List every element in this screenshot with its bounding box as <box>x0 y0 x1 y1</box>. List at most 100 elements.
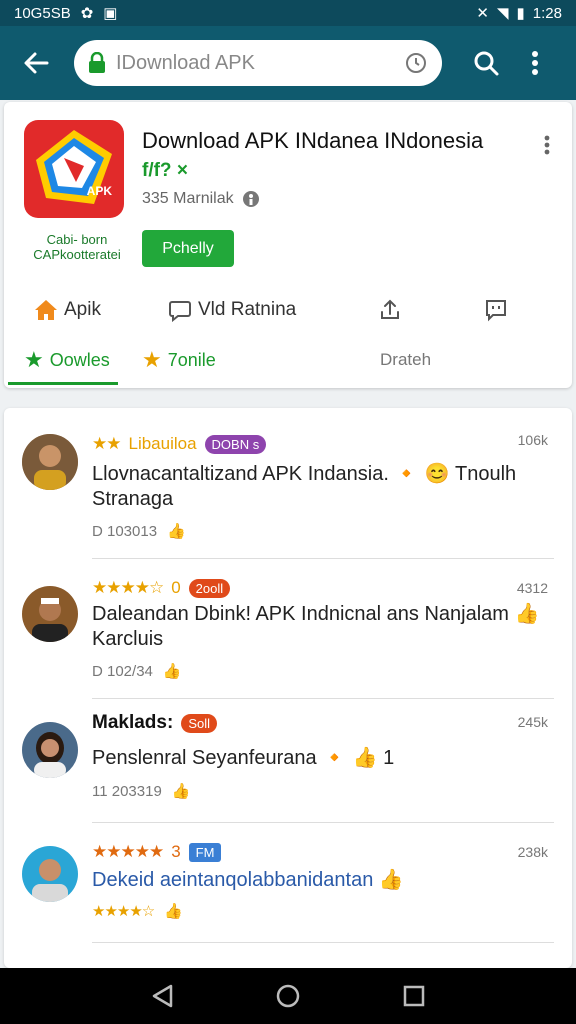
review-header: Maklads: Soll <box>92 712 217 734</box>
review-count: 238k <box>517 844 548 860</box>
review-footer: 11 203319 👍 <box>92 782 191 801</box>
divider <box>92 822 554 823</box>
star-icon: ★ <box>142 347 162 372</box>
star-rating: ★★ <box>92 434 122 453</box>
report-button[interactable] <box>484 290 508 330</box>
review-text: Daleandan Dbink! APK Indnicnal ans Nanja… <box>92 603 540 650</box>
home-circle-icon <box>276 984 300 1008</box>
review-footer: D 103013 👍 <box>92 522 186 541</box>
review-text: Llovnacantaltizand APK Indansia. 🔸 😊 Tno… <box>92 463 517 510</box>
clock-icon[interactable] <box>404 51 428 75</box>
reviewer-name: Libauiloa <box>128 434 197 453</box>
star-rating: ★★★★☆ <box>92 578 164 597</box>
back-button[interactable] <box>14 41 58 85</box>
card-more-button[interactable] <box>534 130 560 160</box>
review-count: 106k <box>517 432 548 448</box>
review-text: Dekeid aeintanqolabbanidantan 👍 <box>92 869 404 891</box>
star-rating: ★★★★☆ <box>92 903 155 920</box>
reviewer-name: Maklads: <box>92 712 174 733</box>
more-vert-icon <box>544 135 550 155</box>
tab-details[interactable]: Drateh <box>380 340 431 380</box>
tab-apk[interactable]: Apik <box>34 290 101 330</box>
status-time: 10G5SB <box>14 4 71 22</box>
share-icon <box>381 299 399 319</box>
status-badge: Soll <box>181 713 217 733</box>
app-meta-text: 335 Marnilak <box>142 190 234 207</box>
tab-downloads-label: Oowles <box>49 349 110 370</box>
install-button[interactable]: Pchelly <box>142 230 234 267</box>
divider <box>92 698 554 699</box>
avatar[interactable] <box>22 846 78 902</box>
review-header: ★★ Libauiloa DOBN s <box>92 434 267 454</box>
chat-icon <box>169 301 191 322</box>
thumbs-up-icon[interactable]: 👍 <box>163 662 182 680</box>
review-footer: D 102/34 👍 <box>92 662 182 681</box>
search-input[interactable]: IDownload APK <box>116 52 404 75</box>
avatar[interactable] <box>22 722 78 778</box>
tab-details-label: Drateh <box>380 350 432 369</box>
status-badge: DOBN s <box>204 434 267 454</box>
back-arrow-icon <box>24 52 49 74</box>
mute-icon: ✕ <box>476 5 489 22</box>
share-button[interactable] <box>378 290 402 330</box>
report-icon <box>486 300 506 322</box>
review-count: 245k <box>517 714 548 730</box>
status-clock: 1:28 <box>532 4 562 22</box>
tab-downloads[interactable]: ★ Oowles <box>24 340 110 380</box>
divider <box>92 942 554 943</box>
app-card: APK Download APK INdanea INdonesia f/f? … <box>4 102 572 388</box>
review-text: Penslenral Seyanfeurana 🔸 👍 1 <box>92 747 395 769</box>
nav-recents-button[interactable] <box>392 974 436 1018</box>
reviews-list: ★★ Libauiloa DOBN s 106k Llovnacantaltiz… <box>4 408 572 968</box>
review-header: ★★★★★ 3 FM <box>92 842 222 862</box>
nav-back-button[interactable] <box>140 974 184 1018</box>
avatar[interactable] <box>22 586 78 642</box>
battery-icon: ▮ <box>516 5 525 22</box>
system-nav-bar <box>0 968 576 1024</box>
app-title: Download APK INdanea INdonesia <box>142 128 484 153</box>
divider <box>92 558 554 559</box>
star-rating: ★★★★★ <box>92 842 164 861</box>
thumbs-up-icon[interactable]: 👍 <box>167 522 186 540</box>
developer-label[interactable]: Cabi- born CAPkootteratei <box>22 232 132 262</box>
review-count: 4312 <box>516 580 548 596</box>
overflow-menu-button[interactable] <box>520 41 550 85</box>
filter-tabs: ★ Oowles ★ 7onile Drateh <box>4 340 572 384</box>
tab-ratings[interactable]: Vld Ratnina <box>168 290 296 330</box>
info-icon <box>242 191 259 207</box>
tab-zone-label: 7onile <box>167 349 216 370</box>
app-icon[interactable]: APK <box>24 120 124 218</box>
nav-home-button[interactable] <box>266 974 310 1018</box>
wifi-icon: ◥ <box>496 5 509 22</box>
tab-apk-label: Apik <box>64 299 101 320</box>
review-date: D 103013 <box>92 522 158 540</box>
more-vert-icon <box>532 51 538 75</box>
review-header: ★★★★☆ 0 2ooll <box>92 578 231 598</box>
app-bar: IDownload APK <box>0 26 576 100</box>
notification-icon: ▣ <box>103 5 118 22</box>
app-icon-label: APK <box>86 184 112 198</box>
status-badge: FM <box>188 842 222 862</box>
notification-icon: ✿ <box>80 5 94 22</box>
thumbs-up-icon[interactable]: 👍 <box>164 902 183 920</box>
search-icon <box>474 51 499 76</box>
review-date: D 102/34 <box>92 662 153 680</box>
developer-line1: Cabi- born <box>46 232 108 247</box>
thumbs-up-icon[interactable]: 👍 <box>172 782 191 800</box>
lock-icon <box>89 52 105 73</box>
review-footer: ★★★★☆ 👍 <box>92 902 183 920</box>
search-button[interactable] <box>466 41 506 85</box>
status-badge: 2ooll <box>188 578 231 598</box>
review-date: 11 203319 <box>92 782 162 800</box>
reviewer-name: 3 <box>171 842 181 861</box>
active-tab-indicator <box>8 382 118 385</box>
search-field[interactable]: IDownload APK <box>74 40 442 86</box>
avatar[interactable] <box>22 434 78 490</box>
developer-line2: CAPkootteratei <box>33 247 121 262</box>
recents-square-icon <box>403 985 425 1007</box>
home-icon <box>35 300 57 320</box>
back-triangle-icon <box>152 984 173 1008</box>
app-tag: f/f? × <box>142 160 188 181</box>
tab-ratings-label: Vld Ratnina <box>198 299 297 320</box>
tab-zone[interactable]: ★ 7onile <box>142 340 216 380</box>
